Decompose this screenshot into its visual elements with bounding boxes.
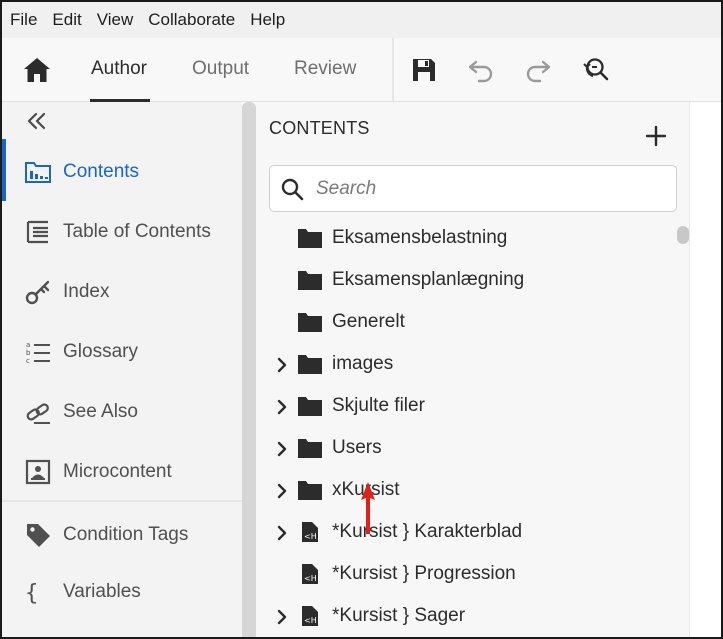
svg-text:a: a bbox=[26, 341, 30, 349]
folder-icon bbox=[298, 355, 322, 374]
tab-output[interactable]: Output bbox=[192, 58, 249, 80]
redo-icon[interactable] bbox=[524, 56, 552, 84]
sidebar-item-label: Table of Contents bbox=[63, 221, 211, 242]
link-icon bbox=[26, 403, 50, 424]
save-icon[interactable] bbox=[410, 56, 438, 84]
tree-item-label: *Kursist } Sager bbox=[332, 605, 466, 626]
toolbar: Author Output Review bbox=[2, 38, 721, 102]
contents-panel: CONTENTS Eksamensbelastning Eksamensplanl… bbox=[256, 102, 721, 637]
svg-text:<H: <H bbox=[304, 532, 317, 541]
tag-icon bbox=[27, 524, 50, 547]
search-input[interactable] bbox=[316, 174, 666, 204]
chevron-right-icon[interactable] bbox=[274, 482, 290, 500]
microcontent-icon bbox=[25, 459, 51, 485]
sidebar-item-label: Microcontent bbox=[63, 461, 172, 482]
ditamap-icon: <H bbox=[302, 522, 318, 542]
toolbar-divider bbox=[392, 38, 394, 101]
tab-review[interactable]: Review bbox=[294, 58, 356, 80]
chevron-right-icon[interactable] bbox=[274, 608, 290, 626]
sidebar-item-label: Glossary bbox=[63, 341, 138, 362]
sidebar-scrollbar[interactable] bbox=[242, 102, 256, 637]
key-icon bbox=[25, 280, 50, 305]
tree-item[interactable]: Skjulte filer bbox=[256, 386, 676, 428]
folder-icon bbox=[298, 397, 322, 416]
left-sidebar: Contents Table of Contents Index a b c G… bbox=[2, 102, 242, 637]
tree-item[interactable]: xKursist bbox=[256, 470, 676, 512]
glossary-icon: a b c bbox=[26, 341, 50, 365]
folder-icon bbox=[298, 271, 322, 290]
menu-file[interactable]: File bbox=[10, 10, 37, 30]
sidebar-divider bbox=[2, 500, 242, 502]
undo-icon[interactable] bbox=[467, 56, 495, 84]
sidebar-item-glossary[interactable]: a b c Glossary bbox=[2, 327, 242, 377]
sidebar-item-condition-tags[interactable]: Condition Tags bbox=[2, 510, 242, 560]
ditamap-icon: <H bbox=[302, 564, 318, 584]
chevron-right-icon[interactable] bbox=[274, 524, 290, 542]
find-replace-icon[interactable] bbox=[581, 56, 609, 84]
add-icon[interactable] bbox=[644, 124, 668, 148]
svg-text:c: c bbox=[26, 357, 30, 365]
search-icon bbox=[281, 178, 304, 201]
ditamap-icon: <H bbox=[302, 606, 318, 626]
search-box bbox=[269, 165, 677, 212]
tab-author[interactable]: Author bbox=[91, 58, 147, 80]
panel-right-margin bbox=[689, 102, 721, 637]
tree-item[interactable]: Eksamensplanlægning bbox=[256, 260, 676, 302]
sidebar-item-label: Contents bbox=[63, 161, 140, 182]
menu-view[interactable]: View bbox=[97, 10, 134, 30]
tree-item[interactable]: Eksamensbelastning bbox=[256, 218, 676, 260]
tree-item-label: Users bbox=[332, 437, 382, 458]
svg-text:<H: <H bbox=[304, 574, 317, 583]
tree-item[interactable]: <H *Kursist } Karakterblad bbox=[256, 512, 676, 554]
tree-item[interactable]: Users bbox=[256, 428, 676, 470]
sidebar-item-index[interactable]: Index bbox=[2, 267, 242, 317]
chevron-right-icon[interactable] bbox=[274, 398, 290, 416]
sidebar-item-label: Variables bbox=[63, 581, 141, 602]
tree-item-label: images bbox=[332, 353, 394, 374]
sidebar-item-table-of-contents[interactable]: Table of Contents bbox=[2, 207, 242, 257]
home-icon[interactable] bbox=[22, 56, 52, 84]
folder-icon bbox=[298, 313, 322, 332]
toc-icon bbox=[26, 220, 48, 244]
sidebar-item-contents[interactable]: Contents bbox=[2, 147, 242, 197]
svg-text:{ }: { } bbox=[25, 581, 52, 606]
chevron-right-icon[interactable] bbox=[274, 356, 290, 374]
chevron-right-icon[interactable] bbox=[274, 440, 290, 458]
tree-item[interactable]: Generelt bbox=[256, 302, 676, 344]
annotation-arrow-icon bbox=[361, 482, 375, 534]
folder-icon bbox=[298, 439, 322, 458]
braces-icon: { } bbox=[25, 581, 52, 606]
sidebar-item-variables[interactable]: { } Variables bbox=[2, 567, 242, 617]
tree-item-label: Eksamensbelastning bbox=[332, 227, 508, 248]
collapse-sidebar-icon[interactable] bbox=[24, 108, 50, 134]
panel-title: CONTENTS bbox=[269, 118, 370, 138]
menu-help[interactable]: Help bbox=[250, 10, 285, 30]
tree-item-label: Generelt bbox=[332, 311, 405, 332]
sidebar-item-label: Index bbox=[63, 281, 110, 302]
menu-collaborate[interactable]: Collaborate bbox=[148, 10, 235, 30]
tree-item[interactable]: images bbox=[256, 344, 676, 386]
sidebar-item-label: Condition Tags bbox=[63, 524, 189, 545]
folder-icon bbox=[298, 481, 322, 500]
app-window: File Edit View Collaborate Help Author O… bbox=[0, 0, 723, 639]
tree-item[interactable]: <H *Kursist } Progression bbox=[256, 554, 676, 596]
folder-icon bbox=[298, 229, 322, 248]
svg-text:<H: <H bbox=[304, 616, 317, 625]
tree-item-label: Skjulte filer bbox=[332, 395, 425, 416]
sidebar-item-microcontent[interactable]: Microcontent bbox=[2, 447, 242, 497]
tree-item[interactable]: <H *Kursist } Sager bbox=[256, 596, 676, 637]
tree-item-label: Eksamensplanlægning bbox=[332, 269, 525, 290]
svg-text:b: b bbox=[26, 349, 31, 357]
menu-bar: File Edit View Collaborate Help bbox=[2, 2, 721, 38]
contents-icon bbox=[25, 162, 51, 183]
tree-item-label: *Kursist } Progression bbox=[332, 563, 516, 584]
menu-edit[interactable]: Edit bbox=[52, 10, 81, 30]
contents-scrollbar[interactable] bbox=[677, 226, 689, 244]
sidebar-item-label: See Also bbox=[63, 401, 138, 422]
sidebar-item-see-also[interactable]: See Also bbox=[2, 387, 242, 437]
